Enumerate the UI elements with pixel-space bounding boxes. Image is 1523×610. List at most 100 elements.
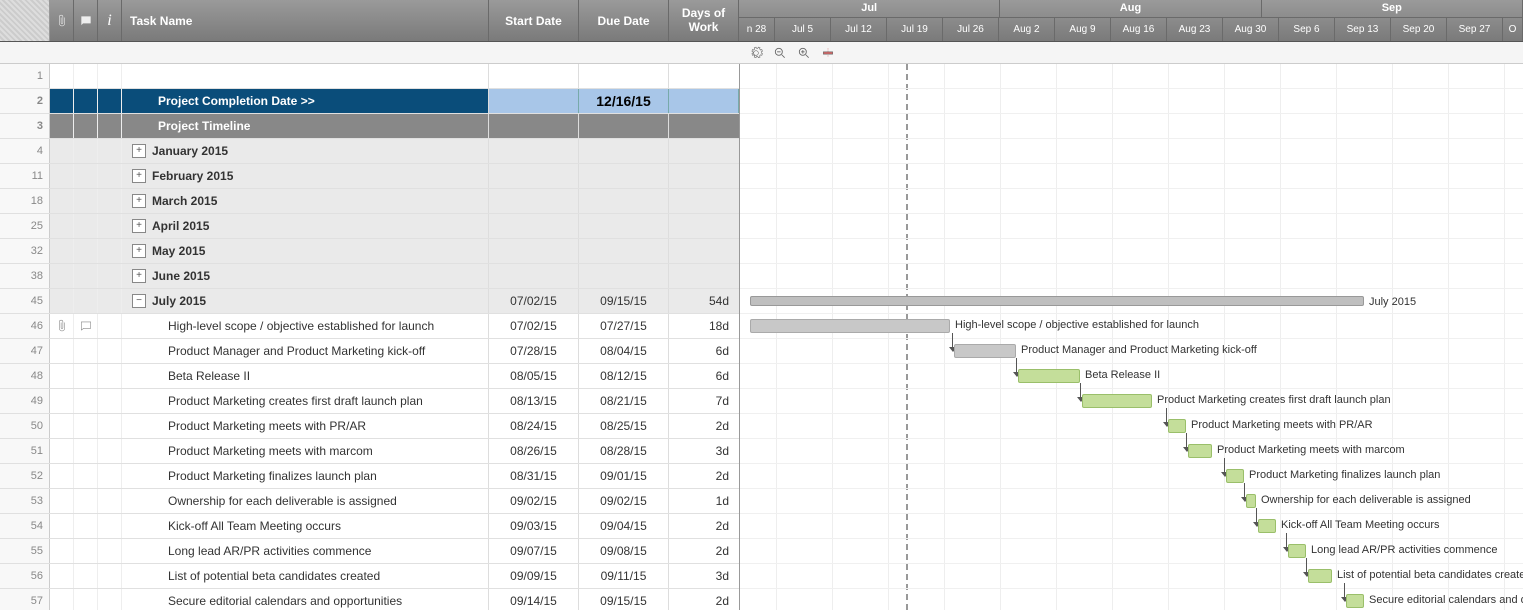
task-name-cell[interactable]: Product Marketing creates first draft la… (122, 389, 489, 413)
task-row[interactable]: 57 Secure editorial calendars and opport… (0, 589, 739, 610)
due-date-cell[interactable]: 09/11/15 (579, 564, 669, 588)
gantt-bar[interactable]: Product Marketing creates first draft la… (1082, 394, 1152, 408)
due-date-cell[interactable]: 08/12/15 (579, 364, 669, 388)
comment-column-header[interactable] (74, 0, 98, 41)
expand-toggle[interactable]: + (132, 219, 146, 233)
start-date-cell[interactable]: 08/05/15 (489, 364, 579, 388)
task-name-cell[interactable]: Long lead AR/PR activities commence (122, 539, 489, 563)
grid-row[interactable]: 38 +June 2015 (0, 264, 739, 289)
days-cell[interactable]: 18d (669, 314, 739, 338)
task-cell[interactable]: +May 2015 (122, 239, 489, 263)
days-cell[interactable] (669, 214, 739, 238)
grid-row[interactable]: 18 +March 2015 (0, 189, 739, 214)
start-date-cell[interactable]: 07/28/15 (489, 339, 579, 363)
task-name-cell[interactable]: Kick-off All Team Meeting occurs (122, 514, 489, 538)
days-cell[interactable]: 2d (669, 539, 739, 563)
start-date-cell[interactable]: 09/14/15 (489, 589, 579, 610)
days-cell[interactable]: 2d (669, 464, 739, 488)
grid-row[interactable]: 25 +April 2015 (0, 214, 739, 239)
gantt-settings-button[interactable] (748, 45, 764, 61)
due-date-cell[interactable]: 08/21/15 (579, 389, 669, 413)
due-date-cell[interactable] (579, 164, 669, 188)
task-row[interactable]: 53 Ownership for each deliverable is ass… (0, 489, 739, 514)
task-name-cell[interactable]: Secure editorial calendars and opportuni… (122, 589, 489, 610)
expand-toggle[interactable]: + (132, 169, 146, 183)
goto-today-button[interactable] (820, 45, 836, 61)
task-row[interactable]: 49 Product Marketing creates first draft… (0, 389, 739, 414)
week-header[interactable]: Jul 12 (831, 18, 887, 41)
days-cell[interactable]: 6d (669, 364, 739, 388)
days-cell[interactable] (669, 139, 739, 163)
info-column-header[interactable]: i (98, 0, 122, 41)
start-date-cell[interactable]: 08/31/15 (489, 464, 579, 488)
task-row[interactable]: 55 Long lead AR/PR activities commence 0… (0, 539, 739, 564)
due-date-cell[interactable] (579, 189, 669, 213)
days-cell[interactable] (669, 114, 739, 138)
week-header[interactable]: Sep 20 (1391, 18, 1447, 41)
start-date-cell[interactable] (489, 139, 579, 163)
task-row[interactable]: 51 Product Marketing meets with marcom 0… (0, 439, 739, 464)
gantt-bar[interactable]: High-level scope / objective established… (750, 319, 950, 333)
expand-toggle[interactable]: + (132, 194, 146, 208)
days-cell[interactable]: 7d (669, 389, 739, 413)
task-row[interactable]: 47 Product Manager and Product Marketing… (0, 339, 739, 364)
gantt-bar[interactable]: Secure editorial calendars and op (1346, 594, 1364, 608)
start-date-cell[interactable] (489, 64, 579, 88)
start-date-cell[interactable] (489, 214, 579, 238)
due-date-header[interactable]: Due Date (579, 0, 669, 41)
days-cell[interactable] (669, 239, 739, 263)
start-date-cell[interactable]: 09/03/15 (489, 514, 579, 538)
task-row[interactable]: 56 List of potential beta candidates cre… (0, 564, 739, 589)
week-header[interactable]: Aug 2 (999, 18, 1055, 41)
week-header[interactable]: Jul 5 (775, 18, 831, 41)
days-cell[interactable]: 2d (669, 589, 739, 610)
task-name-cell[interactable]: High-level scope / objective established… (122, 314, 489, 338)
expand-toggle[interactable]: + (132, 144, 146, 158)
task-cell[interactable]: Project Completion Date >> (122, 89, 489, 113)
days-cell[interactable]: 54d (669, 289, 739, 313)
due-date-cell[interactable]: 09/15/15 (579, 289, 669, 313)
start-date-cell[interactable] (489, 114, 579, 138)
grid-row[interactable]: 11 +February 2015 (0, 164, 739, 189)
week-header[interactable]: Sep 27 (1447, 18, 1503, 41)
start-date-cell[interactable] (489, 239, 579, 263)
due-date-cell[interactable] (579, 139, 669, 163)
days-cell[interactable] (669, 64, 739, 88)
task-name-cell[interactable]: Beta Release II (122, 364, 489, 388)
gantt-chart[interactable]: July 2015 High-level scope / objective e… (740, 64, 1523, 610)
start-date-cell[interactable]: 08/26/15 (489, 439, 579, 463)
gantt-bar[interactable]: Product Marketing finalizes launch plan (1226, 469, 1244, 483)
days-cell[interactable] (669, 264, 739, 288)
due-date-cell[interactable]: 09/04/15 (579, 514, 669, 538)
zoom-out-button[interactable] (772, 45, 788, 61)
week-header[interactable]: Jul 19 (887, 18, 943, 41)
due-date-cell[interactable]: 08/28/15 (579, 439, 669, 463)
grid-row[interactable]: 32 +May 2015 (0, 239, 739, 264)
task-cell[interactable]: +March 2015 (122, 189, 489, 213)
gantt-bar[interactable]: Beta Release II (1018, 369, 1080, 383)
start-date-cell[interactable] (489, 89, 579, 113)
gantt-bar[interactable]: Product Manager and Product Marketing ki… (954, 344, 1016, 358)
week-header[interactable]: Aug 30 (1223, 18, 1279, 41)
days-cell[interactable] (669, 189, 739, 213)
start-date-cell[interactable]: 09/09/15 (489, 564, 579, 588)
gantt-bar[interactable]: Kick-off All Team Meeting occurs (1258, 519, 1276, 533)
grid-row[interactable]: 4 +January 2015 (0, 139, 739, 164)
task-name-cell[interactable]: Ownership for each deliverable is assign… (122, 489, 489, 513)
start-date-cell[interactable]: 08/24/15 (489, 414, 579, 438)
task-cell[interactable]: +January 2015 (122, 139, 489, 163)
gantt-bar[interactable]: Ownership for each deliverable is assign… (1246, 494, 1256, 508)
due-date-cell[interactable] (579, 239, 669, 263)
task-row[interactable]: 52 Product Marketing finalizes launch pl… (0, 464, 739, 489)
gantt-bar[interactable]: List of potential beta candidates create… (1308, 569, 1332, 583)
days-cell[interactable] (669, 89, 739, 113)
task-name-header[interactable]: Task Name (122, 0, 489, 41)
start-date-cell[interactable]: 07/02/15 (489, 289, 579, 313)
due-date-cell[interactable]: 09/01/15 (579, 464, 669, 488)
due-date-cell[interactable]: 09/08/15 (579, 539, 669, 563)
attachment-column-header[interactable] (50, 0, 74, 41)
days-header[interactable]: Days of Work (669, 0, 739, 41)
expand-toggle[interactable]: + (132, 244, 146, 258)
task-cell[interactable]: +February 2015 (122, 164, 489, 188)
task-name-cell[interactable]: Product Manager and Product Marketing ki… (122, 339, 489, 363)
